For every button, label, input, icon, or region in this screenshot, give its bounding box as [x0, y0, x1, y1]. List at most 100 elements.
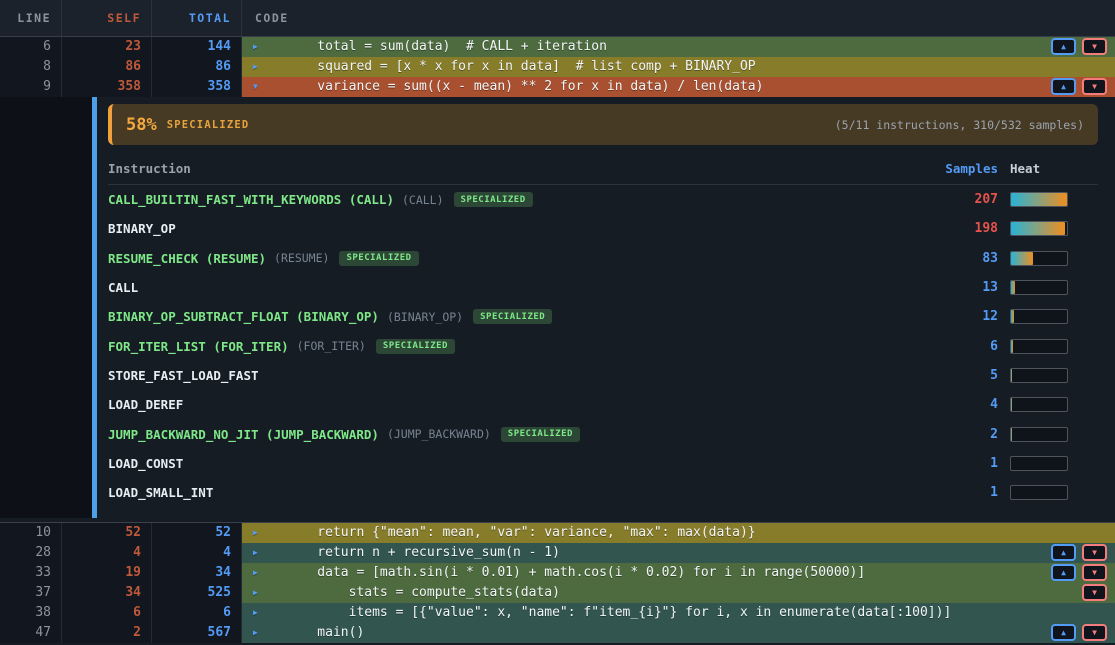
row-move-buttons: ▲ ▼ — [1051, 624, 1107, 641]
collapse-expander-icon[interactable]: ▼ — [253, 77, 258, 97]
source-code: stats = compute_stats(data) — [242, 583, 1115, 603]
expander-icon[interactable]: ▶ — [253, 603, 258, 623]
specialized-badge: SPECIALIZED — [501, 427, 580, 442]
move-line-up-button[interactable]: ▲ — [1051, 624, 1076, 641]
up-arrow-icon: ▲ — [1061, 629, 1066, 637]
specialization-summary: (5/11 instructions, 310/532 samples) — [835, 118, 1084, 132]
sample-count: 5 — [938, 368, 998, 383]
self-samples: 19 — [62, 563, 152, 583]
expander-icon[interactable]: ▶ — [253, 523, 258, 543]
specialized-badge: SPECIALIZED — [339, 251, 418, 266]
base-opcode: (CALL) — [402, 193, 444, 207]
sample-count: 13 — [938, 280, 998, 295]
heat-bar-fill — [1011, 193, 1067, 206]
up-arrow-icon: ▲ — [1061, 569, 1066, 577]
line-number: 47 — [0, 623, 62, 643]
bottom-code-rows: 10 52 52 ▶ return {"mean": mean, "var": … — [0, 522, 1115, 643]
base-opcode: (JUMP_BACKWARD) — [387, 427, 491, 441]
heat-bar-fill — [1011, 428, 1012, 441]
code-line-row-37: 37 34 525 ▶ stats = compute_stats(data) … — [0, 583, 1115, 603]
code-cell[interactable]: ▶ stats = compute_stats(data) ▼ — [242, 583, 1115, 603]
expander-icon[interactable]: ▶ — [253, 57, 258, 77]
specialized-label: SPECIALIZED — [167, 119, 250, 131]
col-header-code: CODE — [242, 0, 1115, 36]
instruction-row: CALL_BUILTIN_FAST_WITH_KEYWORDS (CALL) (… — [108, 185, 1098, 214]
sample-count: 6 — [938, 339, 998, 354]
total-samples: 86 — [152, 57, 242, 77]
heat-bar — [1010, 251, 1068, 266]
move-line-down-button[interactable]: ▼ — [1082, 564, 1107, 581]
instruction-name: RESUME_CHECK (RESUME) — [108, 251, 266, 266]
instruction-name: LOAD_DEREF — [108, 397, 183, 412]
code-line-row-33: 33 19 34 ▶ data = [math.sin(i * 0.01) + … — [0, 563, 1115, 583]
heat-bar-fill — [1011, 369, 1012, 382]
expander-icon[interactable]: ▶ — [253, 623, 258, 643]
heat-bar — [1010, 309, 1068, 324]
code-line-row-8: 8 86 86 ▶ squared = [x * x for x in data… — [0, 57, 1115, 77]
move-line-up-button[interactable]: ▲ — [1051, 544, 1076, 561]
heat-bar-cell — [998, 485, 1098, 500]
code-line-row-38: 38 6 6 ▶ items = [{"value": x, "name": f… — [0, 603, 1115, 623]
base-opcode: (FOR_ITER) — [297, 339, 366, 353]
move-line-up-button[interactable]: ▲ — [1051, 564, 1076, 581]
code-line-row-6: 6 23 144 ▶ total = sum(data) # CALL + it… — [0, 37, 1115, 57]
code-cell[interactable]: ▶ return n + recursive_sum(n - 1) ▲ ▼ — [242, 543, 1115, 563]
expander-icon[interactable]: ▶ — [253, 583, 258, 603]
specialization-banner: 58% SPECIALIZED (5/11 instructions, 310/… — [108, 104, 1098, 145]
code-cell[interactable]: ▶ items = [{"value": x, "name": f"item_{… — [242, 603, 1115, 623]
expansion-connector-line — [92, 97, 97, 518]
instruction-col-header: Instruction — [108, 161, 938, 176]
profiler-table-header: LINE SELF TOTAL CODE — [0, 0, 1115, 37]
instruction-name: FOR_ITER_LIST (FOR_ITER) — [108, 339, 289, 354]
heat-bar-fill — [1011, 310, 1014, 323]
move-line-down-button[interactable]: ▼ — [1082, 38, 1107, 55]
sample-count: 12 — [938, 309, 998, 324]
down-arrow-icon: ▼ — [1092, 569, 1097, 577]
heat-bar-cell — [998, 221, 1098, 236]
total-samples: 567 — [152, 623, 242, 643]
move-line-up-button[interactable]: ▲ — [1051, 38, 1076, 55]
move-line-up-button[interactable]: ▲ — [1051, 78, 1076, 95]
instruction-name: BINARY_OP — [108, 221, 176, 236]
expander-icon[interactable]: ▶ — [253, 37, 258, 57]
line-number: 38 — [0, 603, 62, 623]
instruction-row: LOAD_DEREF 4 — [108, 390, 1098, 419]
heat-bar — [1010, 280, 1068, 295]
heat-bar — [1010, 485, 1068, 500]
expander-icon[interactable]: ▶ — [253, 563, 258, 583]
heat-bar-cell — [998, 192, 1098, 207]
code-cell[interactable]: ▼ variance = sum((x - mean) ** 2 for x i… — [242, 77, 1115, 97]
source-code: main() — [242, 623, 1115, 643]
heat-bar — [1010, 192, 1068, 207]
line-number: 6 — [0, 37, 62, 57]
instruction-row: LOAD_CONST 1 — [108, 449, 1098, 478]
heat-bar — [1010, 368, 1068, 383]
heat-bar-fill — [1011, 340, 1013, 353]
source-code: items = [{"value": x, "name": f"item_{i}… — [242, 603, 1115, 623]
move-line-down-button[interactable]: ▼ — [1082, 584, 1107, 601]
instruction-name: JUMP_BACKWARD_NO_JIT (JUMP_BACKWARD) — [108, 427, 379, 442]
heat-bar-cell — [998, 368, 1098, 383]
instruction-name: CALL_BUILTIN_FAST_WITH_KEYWORDS (CALL) — [108, 192, 394, 207]
instruction-row: JUMP_BACKWARD_NO_JIT (JUMP_BACKWARD) (JU… — [108, 419, 1098, 448]
self-samples: 4 — [62, 543, 152, 563]
instruction-name: BINARY_OP_SUBTRACT_FLOAT (BINARY_OP) — [108, 309, 379, 324]
heat-bar-cell — [998, 280, 1098, 295]
line-number: 28 — [0, 543, 62, 563]
up-arrow-icon: ▲ — [1061, 549, 1066, 557]
move-line-down-button[interactable]: ▼ — [1082, 544, 1107, 561]
code-cell[interactable]: ▶ data = [math.sin(i * 0.01) + math.cos(… — [242, 563, 1115, 583]
code-cell[interactable]: ▶ main() ▲ ▼ — [242, 623, 1115, 643]
move-line-down-button[interactable]: ▼ — [1082, 624, 1107, 641]
code-cell[interactable]: ▶ total = sum(data) # CALL + iteration ▲… — [242, 37, 1115, 57]
heat-bar-cell — [998, 397, 1098, 412]
code-cell[interactable]: ▶ return {"mean": mean, "var": variance,… — [242, 523, 1115, 543]
self-samples: 358 — [62, 77, 152, 97]
move-line-down-button[interactable]: ▼ — [1082, 78, 1107, 95]
heat-bar — [1010, 397, 1068, 412]
code-cell[interactable]: ▶ squared = [x * x for x in data] # list… — [242, 57, 1115, 77]
expander-icon[interactable]: ▶ — [253, 543, 258, 563]
row-move-buttons: ▼ — [1082, 584, 1107, 601]
sample-count: 198 — [938, 221, 998, 236]
base-opcode: (RESUME) — [274, 251, 329, 265]
